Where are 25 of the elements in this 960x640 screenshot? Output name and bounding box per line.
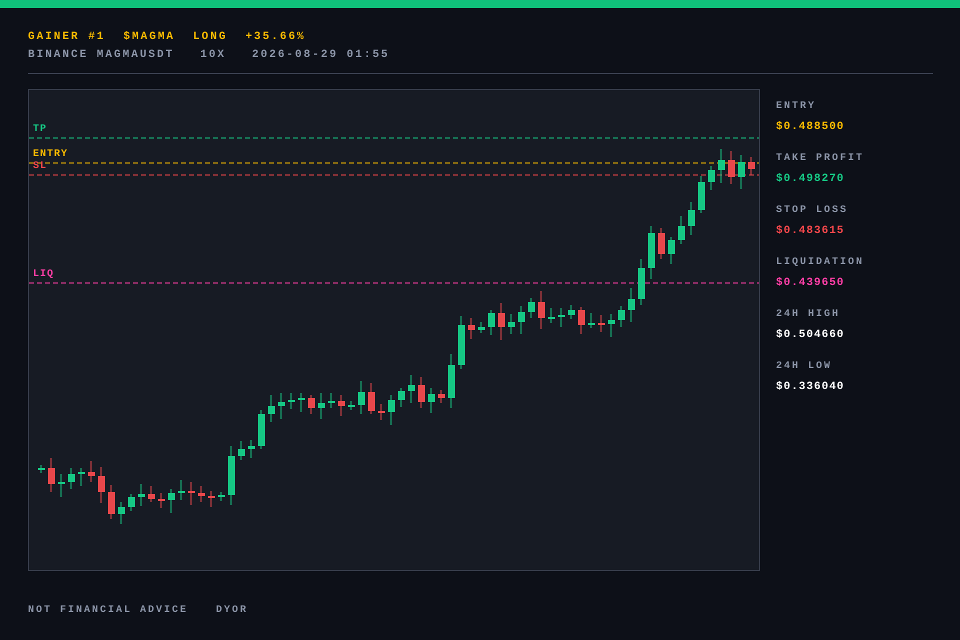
stat-label: 24H HIGH (776, 309, 842, 321)
stat-label: ENTRY (776, 101, 818, 113)
disclaimer-text: NOT FINANCIAL ADVICE (28, 605, 188, 616)
stat-value: $0.336040 (776, 381, 846, 393)
level-label: LIQ (33, 269, 54, 280)
stat-value: $0.498270 (776, 173, 846, 185)
header-subtitle: 10X (200, 48, 226, 63)
header-title: +35.66% (245, 30, 306, 45)
stat-value: $0.504660 (776, 329, 846, 341)
disclaimer-text: DYOR (216, 605, 248, 616)
stat-label: STOP LOSS (776, 205, 850, 217)
level-label: SL (33, 161, 48, 172)
header-subtitle: BINANCE MAGMAUSDT (28, 48, 174, 63)
level-label: ENTRY (33, 149, 68, 160)
stat-value: $0.439650 (776, 277, 846, 289)
header-title: $MAGMA (123, 30, 176, 45)
stat-value: $0.483615 (776, 225, 846, 237)
header-title: LONG (193, 30, 228, 45)
level-label: TP (33, 124, 48, 135)
stat-label: 24H LOW (776, 361, 834, 373)
stat-value: $0.488500 (776, 121, 846, 133)
header-subtitle: 2026-08-29 01:55 (252, 48, 390, 63)
stat-label: TAKE PROFIT (776, 153, 864, 165)
stat-label: LIQUIDATION (776, 257, 864, 269)
header-title: GAINER #1 (28, 30, 106, 45)
